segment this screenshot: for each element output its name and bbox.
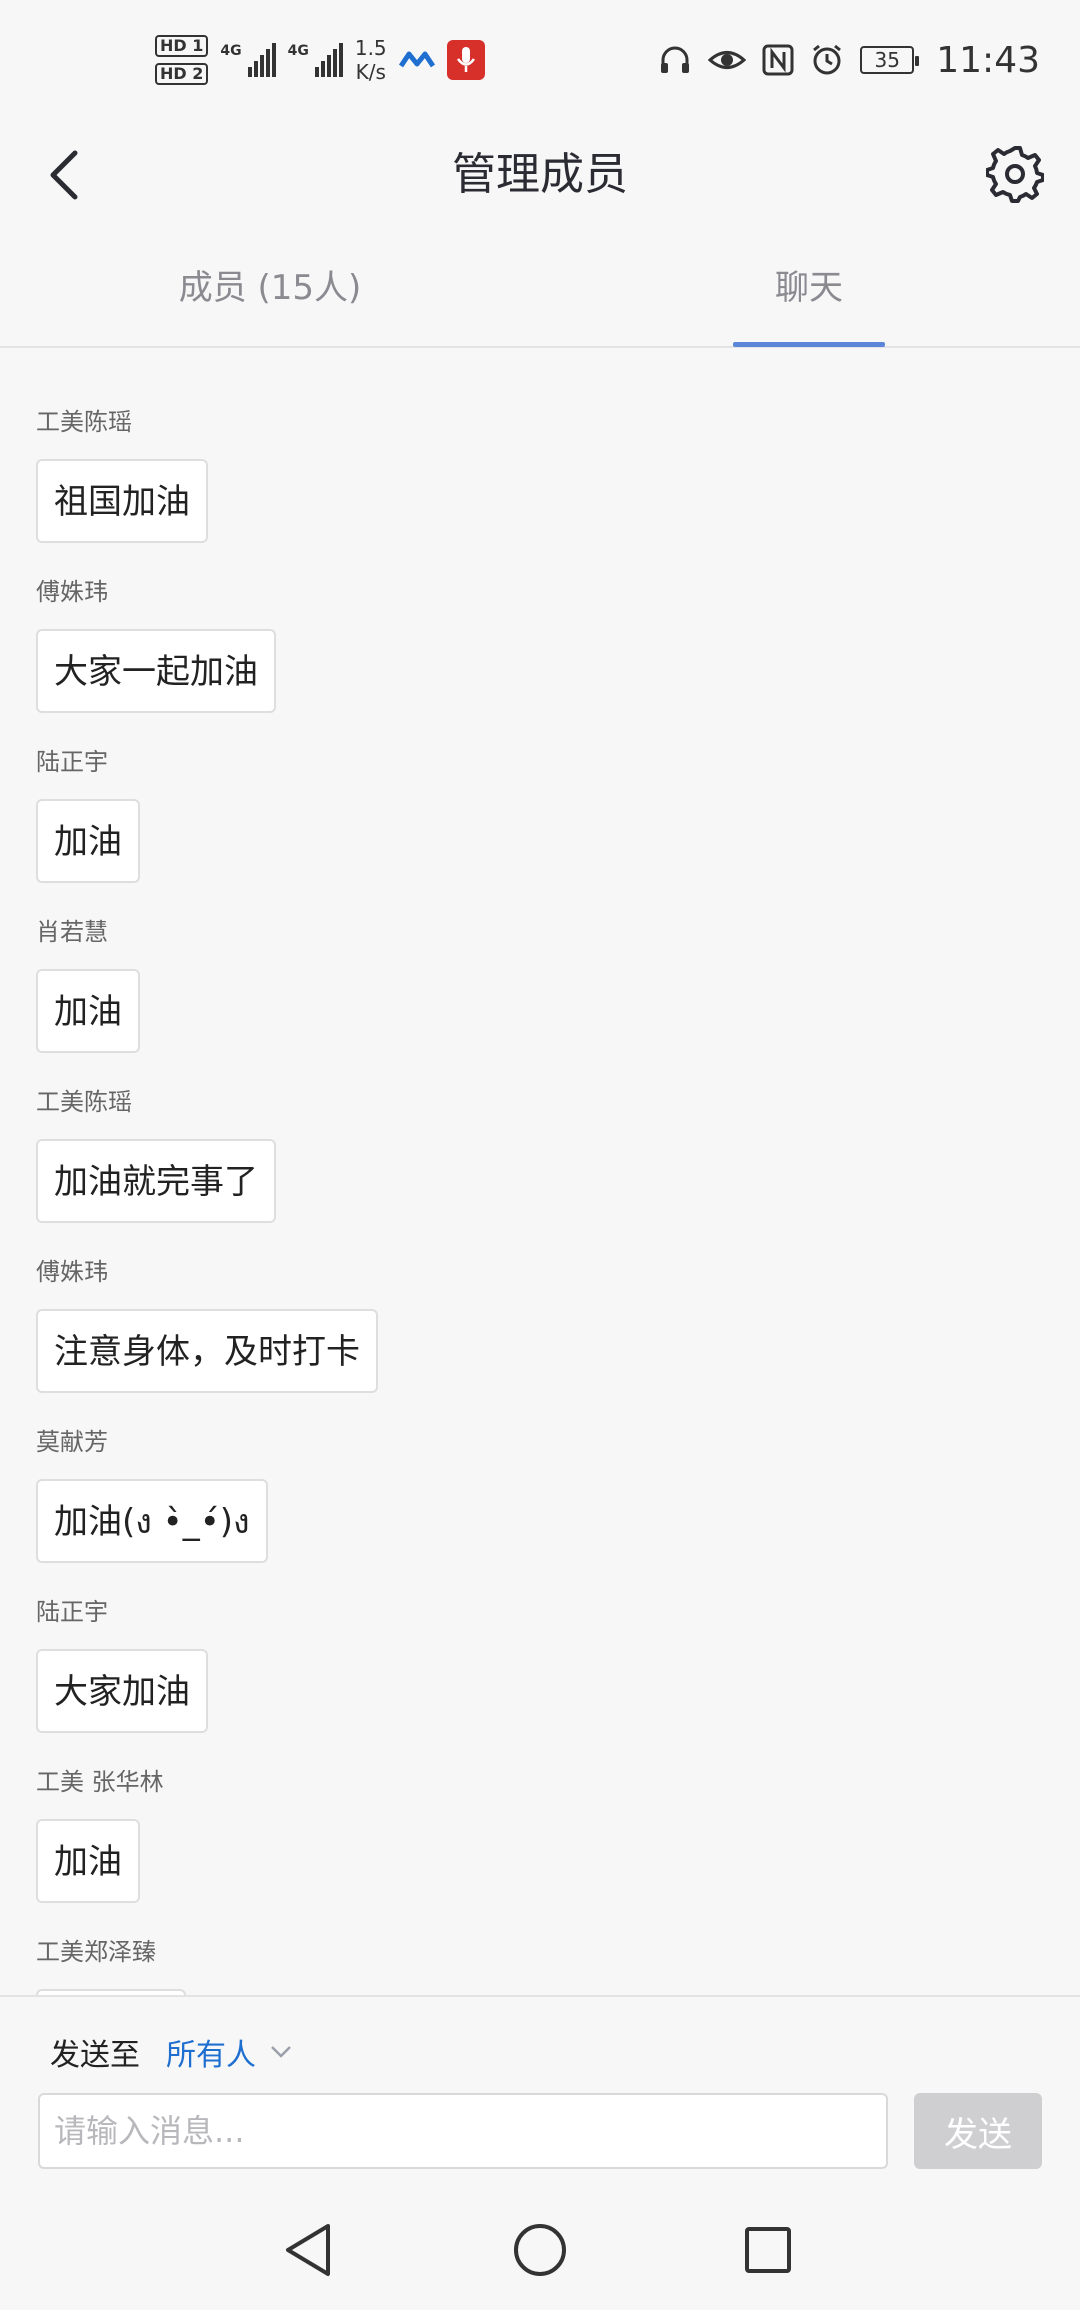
list-item: 陆正宇 大家加油 [36, 1595, 208, 1733]
message-bubble[interactable]: 加油 [36, 799, 140, 883]
network-speed: 1.5 K/s [355, 36, 387, 84]
active-tab-indicator [733, 342, 885, 347]
status-right: 35 11:43 [658, 30, 1040, 90]
message-bubble[interactable]: 大家一起加油 [36, 629, 276, 713]
message-bubble[interactable]: 祖国加油 [36, 459, 208, 543]
message-sender: 莫献芳 [36, 1428, 108, 1456]
message-sender: 陆正宇 [36, 1598, 108, 1626]
message-bubble[interactable]: 大家加油 [36, 1649, 208, 1733]
message-sender: 陆正宇 [36, 748, 108, 776]
list-item: 陆正宇 加油 [36, 745, 140, 883]
list-item: 肖若慧 加油 [36, 915, 140, 1053]
hd2-badge: HD 2 [155, 63, 209, 85]
recipient-value: 所有人 [166, 2038, 256, 2073]
send-button[interactable]: 发送 [914, 2093, 1042, 2169]
battery-indicator: 35 [860, 46, 920, 74]
ble-icon [398, 51, 435, 68]
list-item: 傅姝玮 大家一起加油 [36, 575, 276, 713]
list-item: 傅姝玮 注意身体，及时打卡 [36, 1255, 378, 1393]
recipient-dropdown[interactable]: 所有人 [166, 2030, 292, 2074]
list-item: 工美陈瑶 加油就完事了 [36, 1085, 276, 1223]
signal-icon: 4G [220, 43, 276, 77]
speed-value: 1.5 [354, 36, 387, 60]
gear-icon [986, 146, 1044, 203]
tab-chat[interactable]: 聊天 [733, 230, 885, 346]
mic-icon [446, 40, 485, 80]
speed-unit: K/s [355, 60, 386, 84]
square-recents-icon [745, 2227, 791, 2273]
send-to-label: 发送至 [50, 2038, 140, 2073]
message-input[interactable] [38, 2093, 888, 2169]
message-sender: 工美 张华林 [36, 1768, 164, 1796]
nav-recents-button[interactable] [723, 2205, 813, 2295]
list-item: 工美 张华林 加油 [36, 1765, 164, 1903]
system-nav-bar [0, 2185, 1080, 2310]
hd-indicators: HD 1 HD 2 [155, 35, 209, 85]
eye-icon [708, 51, 747, 69]
app-header: 管理成员 [0, 120, 1080, 230]
nav-home-button[interactable] [495, 2205, 585, 2295]
screen: HD 1 HD 2 4G 4G 1.5 K/s 35 11:43 管理成员 成员… [0, 0, 1080, 2310]
chevron-down-icon [271, 2046, 291, 2058]
tab-members[interactable]: 成员 (15人) [110, 230, 430, 346]
message-sender: 肖若慧 [36, 918, 108, 946]
message-bubble[interactable]: 加油 [36, 969, 140, 1053]
alarm-icon [813, 44, 842, 75]
nfc-icon [762, 44, 794, 76]
message-sender: 工美郑泽臻 [36, 1938, 156, 1966]
message-sender: 工美陈瑶 [36, 408, 132, 436]
list-item: 莫献芳 加油(ง •̀_•́)ง [36, 1425, 268, 1563]
sim1-label: 4G [220, 43, 242, 59]
message-sender: 工美陈瑶 [36, 1088, 132, 1116]
message-bubble[interactable]: 注意身体，及时打卡 [36, 1309, 378, 1393]
clock: 11:43 [936, 39, 1040, 81]
nav-back-button[interactable] [263, 2205, 353, 2295]
list-item: 工美陈瑶 祖国加油 [36, 405, 208, 543]
message-bubble[interactable]: 加油 [36, 1819, 140, 1903]
message-sender: 傅姝玮 [36, 578, 108, 606]
headset-icon [661, 46, 690, 73]
send-to-row: 发送至 所有人 [50, 2027, 292, 2077]
message-sender: 傅姝玮 [36, 1258, 108, 1286]
chat-list[interactable]: 工美陈瑶 祖国加油 傅姝玮 大家一起加油 陆正宇 加油 肖若慧 加油 工美陈瑶 … [0, 350, 1080, 1995]
tab-bar: 成员 (15人) 聊天 [0, 230, 1080, 348]
message-bubble[interactable]: 加油就完事了 [36, 1139, 276, 1223]
circle-home-icon [514, 2224, 566, 2276]
sim2-label: 4G [287, 43, 309, 59]
triangle-back-icon [286, 2224, 330, 2276]
status-left: HD 1 HD 2 4G 4G 1.5 K/s [155, 30, 485, 90]
message-composer: 发送至 所有人 发送 [0, 1995, 1080, 2185]
page-title: 管理成员 [452, 149, 628, 200]
message-bubble[interactable]: 加油(ง •̀_•́)ง [36, 1479, 268, 1563]
signal-icon: 4G [288, 43, 343, 77]
list-item: 工美郑泽臻 [36, 1935, 186, 1995]
settings-button[interactable] [980, 140, 1050, 210]
status-bar: HD 1 HD 2 4G 4G 1.5 K/s 35 11:43 [0, 0, 1080, 120]
hd1-badge: HD 1 [155, 35, 209, 57]
